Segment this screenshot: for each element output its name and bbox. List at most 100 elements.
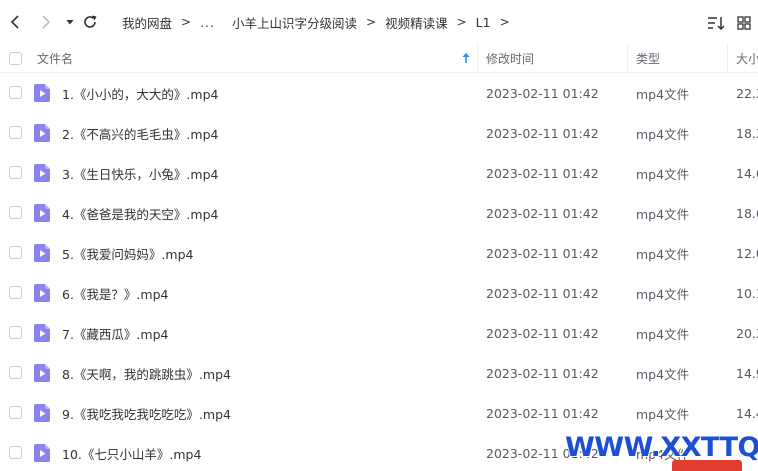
- caret-down-icon: [66, 20, 74, 25]
- breadcrumb-item-current[interactable]: L1: [476, 15, 491, 30]
- breadcrumb-separator: >: [499, 15, 510, 29]
- file-size: 22.3: [736, 85, 758, 101]
- file-size: 10.1: [736, 285, 758, 301]
- refresh-button[interactable]: [80, 12, 100, 32]
- file-name[interactable]: 7.《藏西瓜》.mp4: [62, 313, 168, 353]
- file-type: mp4文件: [636, 406, 690, 422]
- file-size: 18.3: [736, 125, 758, 141]
- file-name[interactable]: 6.《我是？》.mp4: [62, 273, 168, 313]
- sort-button[interactable]: [706, 13, 726, 33]
- row-checkbox[interactable]: [9, 326, 22, 339]
- file-size: 14.4: [736, 405, 758, 421]
- video-file-icon: [34, 284, 50, 302]
- file-size: 20.3: [736, 325, 758, 341]
- file-name[interactable]: 5.《我爱问妈妈》.mp4: [62, 233, 193, 273]
- file-size: 12.0: [736, 245, 758, 261]
- file-type: mp4文件: [636, 286, 690, 302]
- sort-icon: [708, 17, 725, 31]
- file-modified-time: 2023-02-11 01:42: [486, 125, 599, 141]
- file-modified-time: 2023-02-11 01:42: [486, 245, 599, 261]
- row-checkbox[interactable]: [9, 166, 22, 179]
- row-checkbox[interactable]: [9, 206, 22, 219]
- breadcrumb-item-series[interactable]: 小羊上山识字分级阅读: [232, 13, 357, 32]
- history-dropdown-button[interactable]: [60, 12, 80, 32]
- video-file-icon: [34, 124, 50, 142]
- row-checkbox[interactable]: [9, 406, 22, 419]
- breadcrumb-root[interactable]: 我的网盘: [122, 13, 172, 32]
- column-header-size[interactable]: 大小: [736, 44, 758, 73]
- breadcrumb-item-course[interactable]: 视频精读课: [385, 13, 448, 32]
- file-type: mp4文件: [636, 366, 690, 382]
- breadcrumb: 我的网盘 > ... 小羊上山识字分级阅读 > 视频精读课 > L1 >: [122, 0, 519, 44]
- row-checkbox[interactable]: [9, 446, 22, 459]
- forward-button[interactable]: [36, 12, 56, 32]
- file-size: 14.6: [736, 165, 758, 181]
- grid-view-icon: [737, 16, 751, 30]
- row-checkbox[interactable]: [9, 366, 22, 379]
- chevron-right-icon: [42, 15, 51, 29]
- column-divider[interactable]: [727, 44, 728, 73]
- table-row[interactable]: 1.《小小的，大大的》.mp4 2023-02-11 01:42 mp4文件 22.3: [0, 73, 758, 113]
- table-row[interactable]: 3.《生日快乐，小兔》.mp4 2023-02-11 01:42 mp4文件 14.6: [0, 153, 758, 193]
- file-type: mp4文件: [636, 326, 690, 342]
- file-name[interactable]: 10.《七只小山羊》.mp4: [62, 433, 201, 471]
- column-divider[interactable]: [477, 44, 478, 73]
- file-modified-time: 2023-02-11 01:42: [486, 205, 599, 221]
- video-file-icon: [34, 244, 50, 262]
- file-manager-window: 我的网盘 > ... 小羊上山识字分级阅读 > 视频精读课 > L1 > 文件名…: [0, 0, 758, 471]
- toolbar: 我的网盘 > ... 小羊上山识字分级阅读 > 视频精读课 > L1 >: [0, 0, 758, 44]
- row-checkbox[interactable]: [9, 126, 22, 139]
- video-file-icon: [34, 444, 50, 462]
- breadcrumb-separator: >: [181, 15, 192, 29]
- file-modified-time: 2023-02-11 01:42: [486, 285, 599, 301]
- file-modified-time: 2023-02-11 01:42: [486, 325, 599, 341]
- table-row[interactable]: 7.《藏西瓜》.mp4 2023-02-11 01:42 mp4文件 20.3: [0, 313, 758, 353]
- column-header-modified[interactable]: 修改时间: [486, 44, 534, 73]
- table-row[interactable]: 8.《天啊，我的跳跳虫》.mp4 2023-02-11 01:42 mp4文件 14.…: [0, 353, 758, 393]
- breadcrumb-ellipsis[interactable]: ...: [200, 15, 215, 30]
- watermark: WWW.XXTTQ.COM: [565, 432, 758, 463]
- file-name[interactable]: 1.《小小的，大大的》.mp4: [62, 73, 218, 113]
- file-modified-time: 2023-02-11 01:42: [486, 405, 599, 421]
- column-header-name[interactable]: 文件名: [37, 44, 73, 73]
- file-modified-time: 2023-02-11 01:42: [486, 365, 599, 381]
- table-row[interactable]: 2.《不高兴的毛毛虫》.mp4 2023-02-11 01:42 mp4文件 18.3: [0, 113, 758, 153]
- file-name[interactable]: 9.《我吃我吃我吃吃吃》.mp4: [62, 393, 231, 433]
- breadcrumb-separator: >: [366, 15, 377, 29]
- file-size: 14.9: [736, 365, 758, 381]
- table-row[interactable]: 9.《我吃我吃我吃吃吃》.mp4 2023-02-11 01:42 mp4文件 14.…: [0, 393, 758, 433]
- file-type: mp4文件: [636, 206, 690, 222]
- file-modified-time: 2023-02-11 01:42: [486, 165, 599, 181]
- row-checkbox[interactable]: [9, 246, 22, 259]
- refresh-icon: [84, 15, 97, 28]
- select-all-checkbox[interactable]: [9, 52, 22, 65]
- file-type: mp4文件: [636, 126, 690, 142]
- file-size: 18.6: [736, 205, 758, 221]
- file-modified-time: 2023-02-11 01:42: [486, 85, 599, 101]
- file-name[interactable]: 3.《生日快乐，小兔》.mp4: [62, 153, 218, 193]
- video-file-icon: [34, 84, 50, 102]
- video-file-icon: [34, 364, 50, 382]
- column-header-type[interactable]: 类型: [636, 44, 660, 73]
- table-header: 文件名 修改时间 类型 大小: [0, 44, 758, 73]
- back-button[interactable]: [6, 12, 26, 32]
- file-name[interactable]: 8.《天啊，我的跳跳虫》.mp4: [62, 353, 231, 393]
- file-name[interactable]: 4.《爸爸是我的天空》.mp4: [62, 193, 218, 233]
- row-checkbox[interactable]: [9, 286, 22, 299]
- table-row[interactable]: 6.《我是？》.mp4 2023-02-11 01:42 mp4文件 10.1: [0, 273, 758, 313]
- video-file-icon: [34, 324, 50, 342]
- video-file-icon: [34, 204, 50, 222]
- chevron-left-icon: [10, 15, 19, 29]
- video-file-icon: [34, 404, 50, 422]
- file-type: mp4文件: [636, 86, 690, 102]
- sort-ascending-icon: [462, 52, 470, 63]
- file-name[interactable]: 2.《不高兴的毛毛虫》.mp4: [62, 113, 218, 153]
- grid-view-button[interactable]: [734, 13, 754, 33]
- column-divider[interactable]: [627, 44, 628, 73]
- table-row[interactable]: 5.《我爱问妈妈》.mp4 2023-02-11 01:42 mp4文件 12.0: [0, 233, 758, 273]
- file-type: mp4文件: [636, 246, 690, 262]
- row-checkbox[interactable]: [9, 86, 22, 99]
- file-type: mp4文件: [636, 166, 690, 182]
- breadcrumb-separator: >: [456, 15, 467, 29]
- table-row[interactable]: 4.《爸爸是我的天空》.mp4 2023-02-11 01:42 mp4文件 18.6: [0, 193, 758, 233]
